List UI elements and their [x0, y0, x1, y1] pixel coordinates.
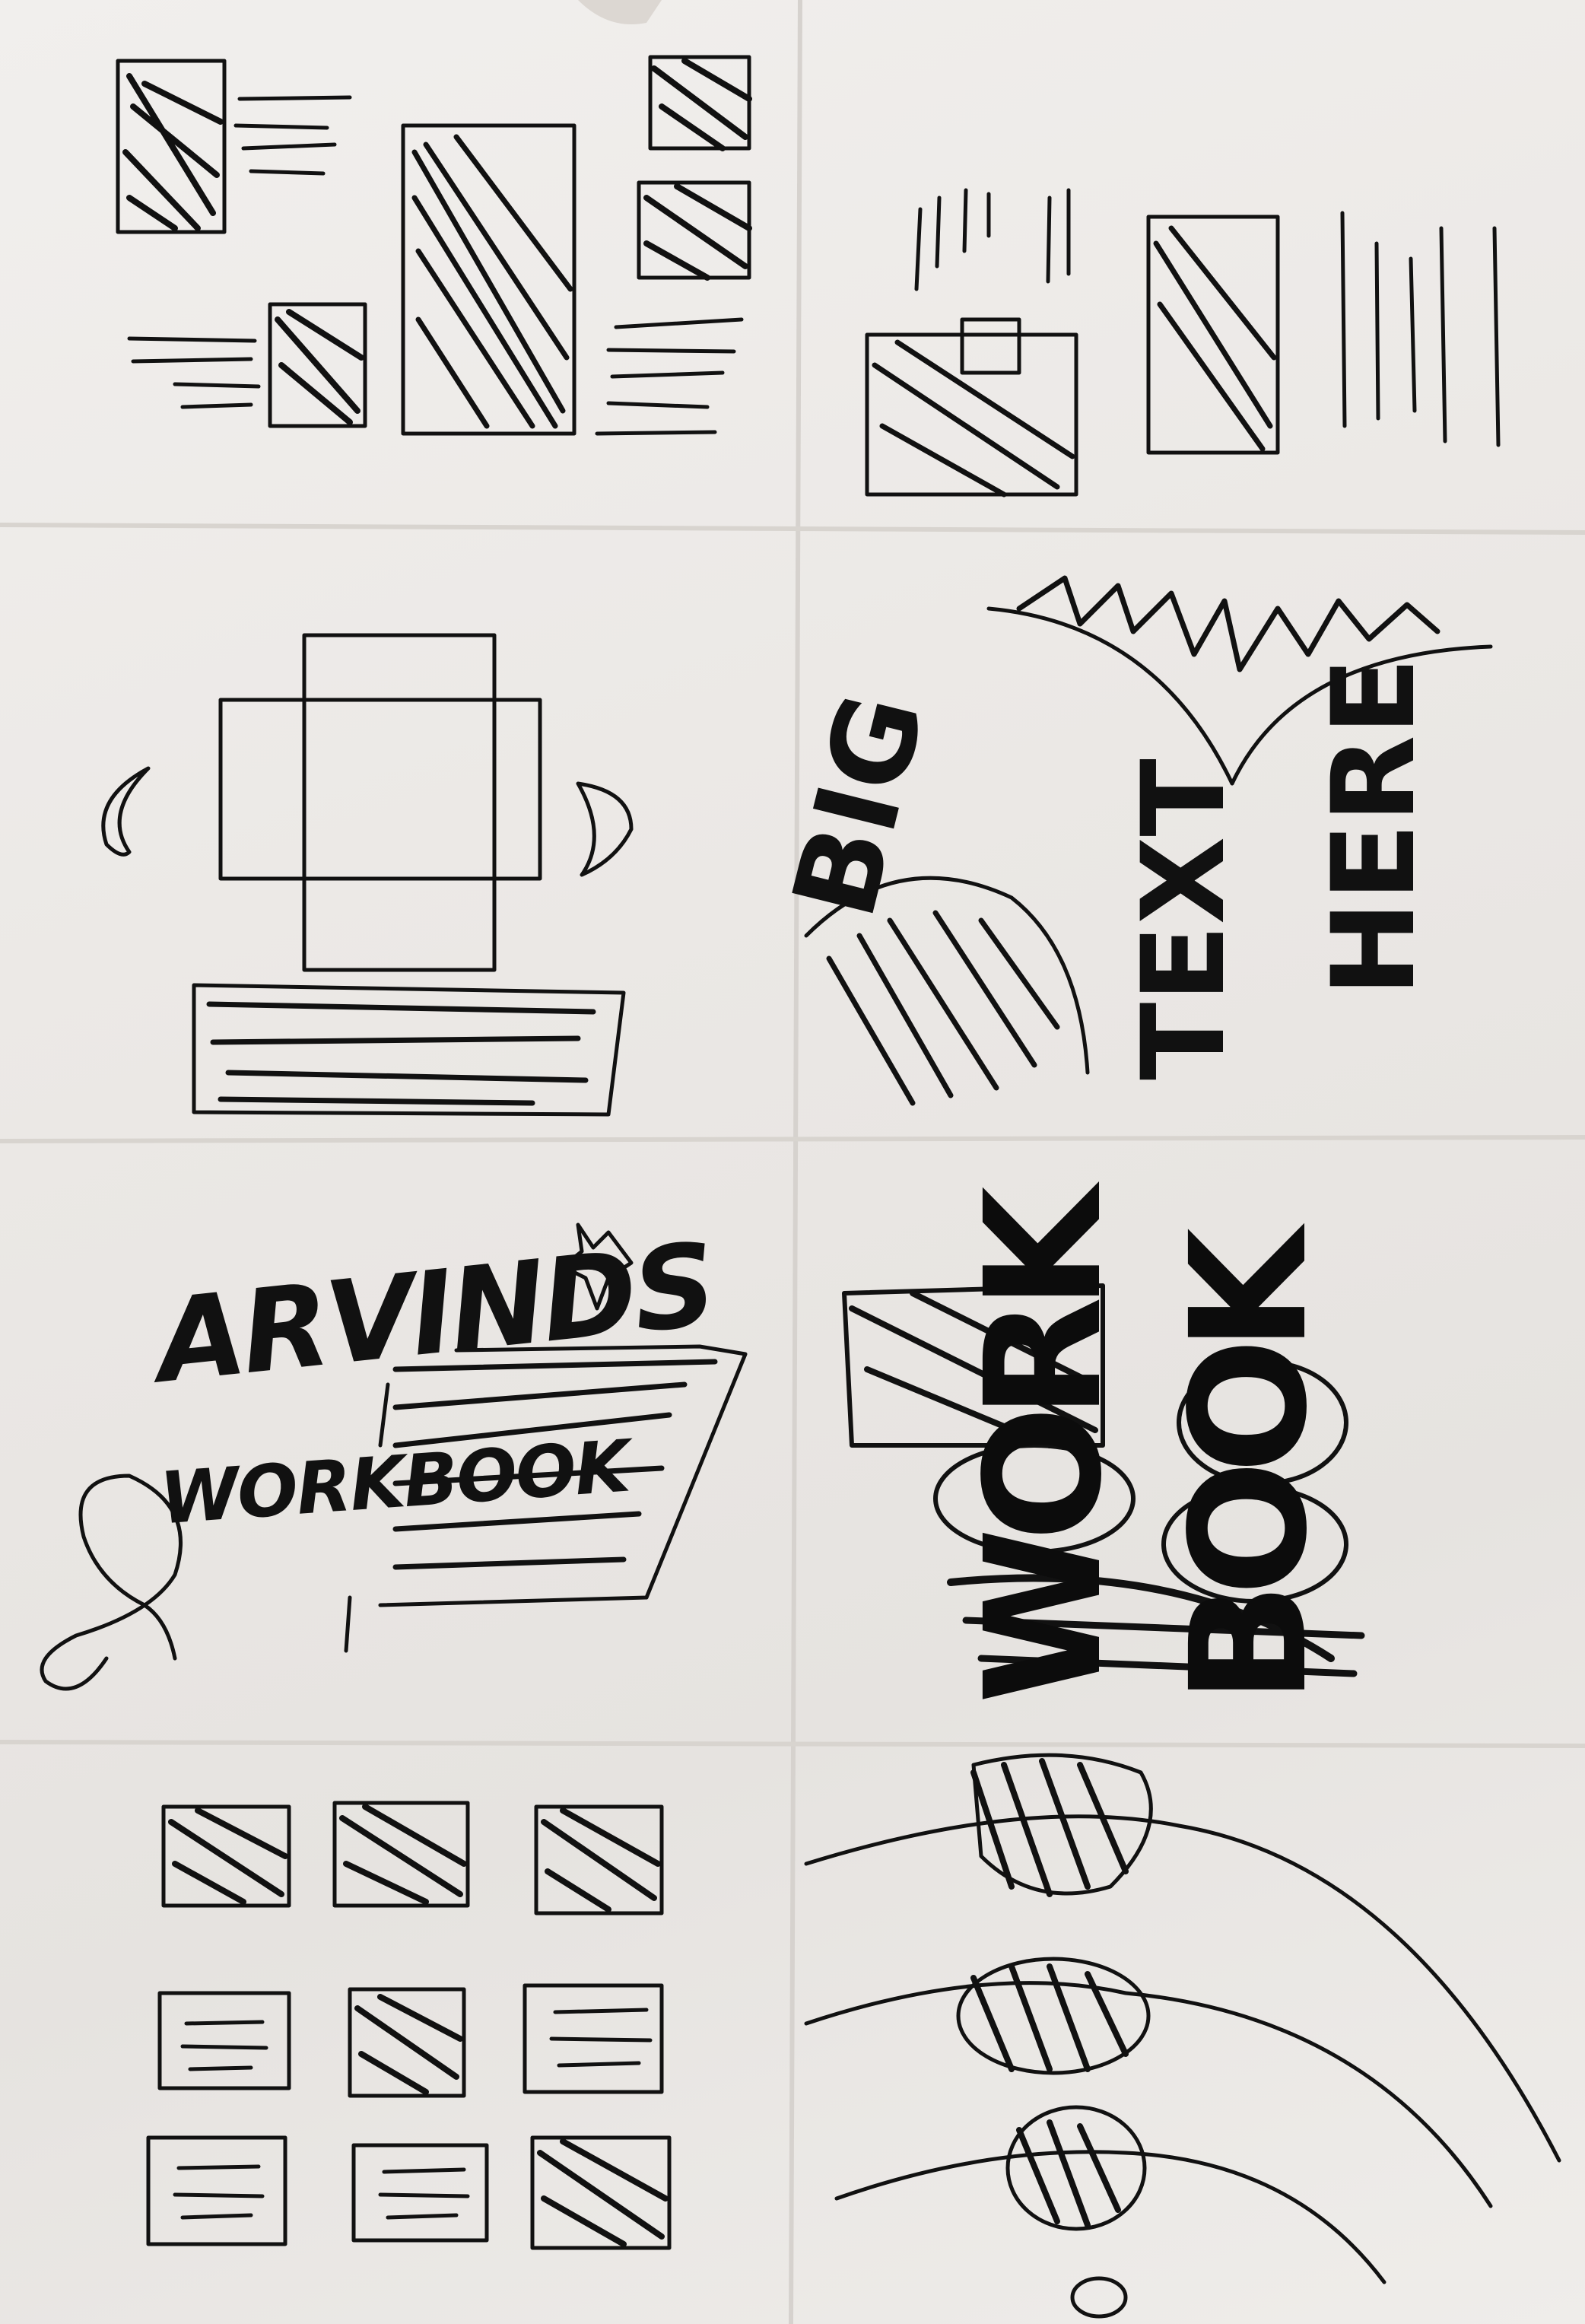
big-text-word-2: TEXT: [1118, 758, 1250, 1080]
big-text-word-3: HERE: [1308, 657, 1440, 997]
paper-sheet: ARVINDS WORKBOOK BIG TEXT HERE WORK BOOK: [0, 0, 1585, 2324]
stacked-text-work: WORK: [951, 1200, 1137, 1704]
panel-orbit-circles: [804, 1753, 1561, 2319]
stacked-text-book: BOOK: [1156, 1241, 1342, 1704]
